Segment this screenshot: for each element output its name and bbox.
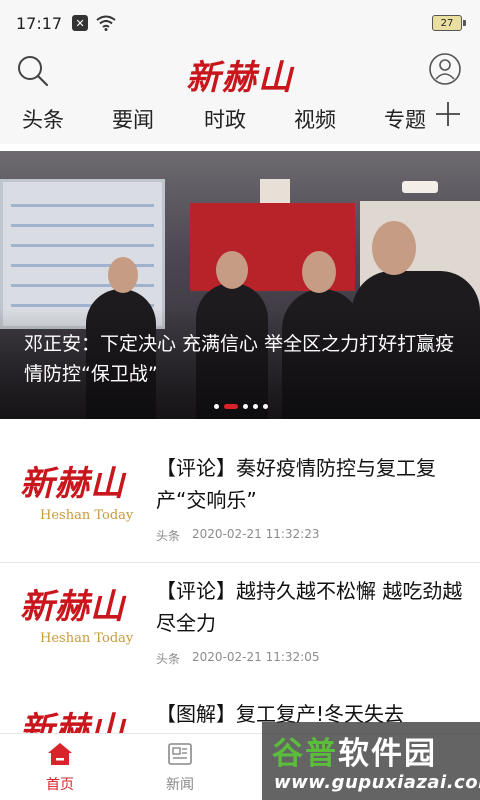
- thumbnail-logo: 新赫山: [20, 587, 125, 627]
- divider: [0, 562, 480, 563]
- carousel-dot: [243, 404, 248, 409]
- search-icon[interactable]: [16, 54, 50, 88]
- status-bar: 17:17 ✕ 27: [0, 0, 480, 46]
- notification-icon: ✕: [72, 15, 89, 31]
- nav-home-label: 首页: [46, 777, 74, 793]
- news-thumbnail: 新赫山 Heshan Today: [20, 456, 144, 536]
- watermark-name-b: 软件园: [338, 736, 437, 772]
- nav-news-label: 新闻: [166, 777, 194, 793]
- thumbnail-logo: 新赫山: [20, 464, 125, 504]
- news-thumbnail: 新赫山 Heshan Today: [20, 579, 144, 659]
- banner-carousel[interactable]: 邓正安：下定决心 充满信心 举全区之力打好打赢疫情防控“保卫战”: [0, 151, 480, 419]
- news-thumbnail: 新赫山: [20, 702, 144, 733]
- carousel-dot: [214, 404, 219, 409]
- tab-yaowen[interactable]: 要闻: [112, 104, 154, 134]
- category-tabs: 头条 要闻 时政 视频 专题: [0, 94, 480, 144]
- news-time: 2020-02-21 11:32:05: [192, 650, 320, 664]
- carousel-dot-active: [224, 404, 238, 409]
- news-time: 2020-02-21 11:32:23: [192, 527, 320, 541]
- tab-shizheng[interactable]: 时政: [204, 104, 246, 134]
- news-title[interactable]: 【评论】越持久越不松懈 越吃劲越尽全力: [156, 575, 466, 639]
- home-icon: [48, 743, 72, 765]
- carousel-dot: [263, 404, 268, 409]
- watermark-name: 谷普软件园: [272, 728, 437, 773]
- news-category: 头条: [156, 529, 181, 543]
- tab-shipin[interactable]: 视频: [294, 104, 336, 134]
- news-item[interactable]: 新赫山 Heshan Today 【评论】越持久越不松懈 越吃劲越尽全力 头条 …: [0, 562, 480, 697]
- watermark-name-a: 谷普: [272, 736, 338, 772]
- news-category: 头条: [156, 652, 181, 666]
- add-channel-icon[interactable]: [434, 100, 462, 128]
- nav-home[interactable]: 首页: [30, 742, 90, 794]
- tab-zhuanti[interactable]: 专题: [384, 104, 426, 134]
- battery-level: 27: [440, 17, 454, 29]
- news-title[interactable]: 【评论】奏好疫情防控与复工复产“交响乐”: [156, 452, 466, 516]
- status-icons: ✕: [72, 15, 116, 31]
- user-profile-icon[interactable]: [428, 52, 462, 86]
- news-meta: 头条 2020-02-21 11:32:05: [156, 650, 319, 667]
- status-time: 17:17: [16, 13, 63, 33]
- wifi-icon: [96, 15, 116, 31]
- battery-indicator: 27: [432, 15, 466, 31]
- news-meta: 头条 2020-02-21 11:32:23: [156, 527, 319, 544]
- carousel-dot: [253, 404, 258, 409]
- carousel-indicator: [214, 404, 268, 409]
- watermark-url: www.gupuxiazai.com: [274, 772, 480, 793]
- news-icon: [168, 743, 192, 765]
- thumbnail-subtitle: Heshan Today: [40, 631, 134, 646]
- watermark-overlay: 谷普软件园 www.gupuxiazai.com: [262, 722, 480, 800]
- nav-news[interactable]: 新闻: [150, 742, 210, 794]
- banner-caption[interactable]: 邓正安：下定决心 充满信心 举全区之力打好打赢疫情防控“保卫战”: [24, 329, 464, 389]
- thumbnail-subtitle: Heshan Today: [40, 508, 134, 523]
- app-header: 新赫山: [0, 46, 480, 98]
- app-logo: 新赫山: [186, 58, 294, 98]
- thumbnail-logo: 新赫山: [20, 710, 125, 733]
- tab-toutiao[interactable]: 头条: [22, 104, 64, 134]
- news-item[interactable]: 新赫山 Heshan Today 【评论】奏好疫情防控与复工复产“交响乐” 头条…: [0, 452, 480, 574]
